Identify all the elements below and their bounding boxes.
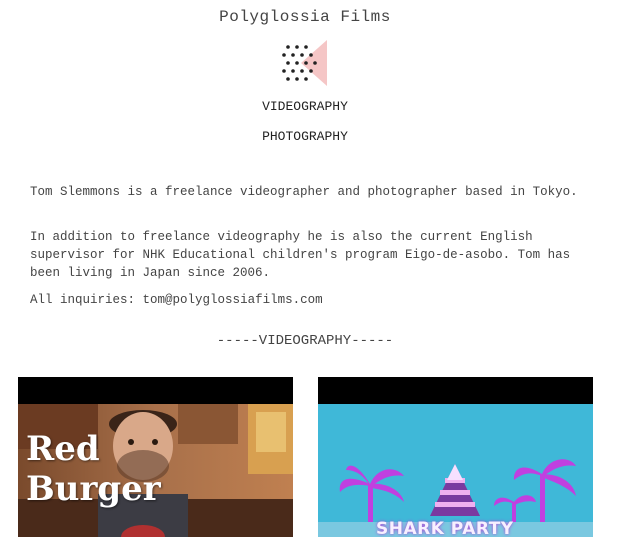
nav-photography-link[interactable]: PHOTOGRAPHY: [0, 129, 610, 144]
red-burger-title: Red Burger: [26, 429, 161, 509]
email-link[interactable]: tom@polyglossiafilms.com: [143, 293, 323, 307]
shark-party-image: [318, 404, 593, 537]
nav-videography-link[interactable]: VIDEOGRAPHY: [0, 99, 610, 114]
red-burger-title-line-1: Red: [26, 429, 100, 469]
logo-icon[interactable]: [281, 38, 329, 88]
shark-party-title: SHARK PARTY: [376, 519, 514, 537]
red-burger-title-line-2: Burger: [26, 469, 161, 509]
bio-paragraph-2: In addition to freelance videography he …: [30, 230, 571, 280]
video-thumbnail-red-burger[interactable]: Red Burger: [18, 377, 293, 537]
inquiries-label: All inquiries:: [30, 293, 136, 307]
site-title[interactable]: Polyglossia Films: [0, 8, 610, 26]
bio-paragraph-1: Tom Slemmons is a freelance videographer…: [30, 185, 578, 199]
inquiries-line: All inquiries: tom@polyglossiafilms.com: [30, 291, 590, 309]
video-thumbnail-shark-party[interactable]: SHARK PARTY: [318, 377, 593, 537]
videography-heading: -----VIDEOGRAPHY-----: [216, 333, 394, 349]
